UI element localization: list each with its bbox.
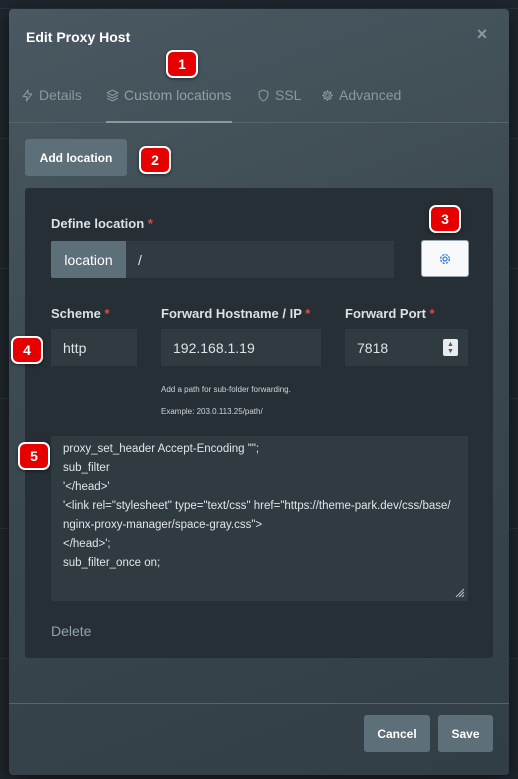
lightning-icon	[22, 89, 33, 102]
gear-icon	[439, 253, 451, 264]
tab-custom-locations-label: Custom locations	[124, 87, 232, 103]
cancel-button[interactable]: Cancel	[364, 715, 430, 752]
tab-details[interactable]: Details	[21, 87, 82, 123]
delete-location-link[interactable]: Delete	[51, 623, 91, 639]
annotation-badge-2: 2	[139, 146, 171, 174]
port-spinner-icon[interactable]: ▲ ▼	[443, 339, 458, 356]
modal-title: Edit Proxy Host	[26, 29, 131, 45]
add-location-button[interactable]: Add location	[25, 139, 127, 176]
config-line: nginx-proxy-manager/space-gray.css">	[63, 519, 263, 531]
location-addon: location	[51, 241, 126, 278]
config-line: '<link rel="stylesheet" type="text/css" …	[63, 500, 451, 512]
scheme-input[interactable]: http	[51, 329, 137, 366]
gear-icon	[322, 90, 333, 101]
location-path-input[interactable]: /	[126, 241, 394, 278]
annotation-badge-5: 5	[18, 442, 50, 470]
location-panel: Define location * location / 3 Scheme * …	[11, 188, 493, 658]
tab-ssl-label: SSL	[275, 87, 302, 103]
tab-advanced[interactable]: Advanced	[321, 87, 401, 123]
edit-proxy-host-modal: Edit Proxy Host × Details Custom locatio…	[9, 9, 509, 775]
config-line: sub_filter	[63, 462, 110, 474]
annotation-badge-1: 1	[166, 50, 198, 78]
annotation-badge-4: 4	[11, 336, 43, 364]
tab-ssl[interactable]: SSL	[257, 87, 301, 123]
annotation-badge-3: 3	[429, 205, 461, 233]
close-icon[interactable]: ×	[474, 25, 490, 43]
forward-hostname-label: Forward Hostname / IP *	[161, 306, 311, 321]
config-line: proxy_set_header Accept-Encoding "";	[63, 443, 260, 455]
define-location-label: Define location *	[51, 216, 153, 231]
tab-bar: Details Custom locations SSL Advanced	[9, 77, 509, 123]
hostname-help-example: Example: 203.0.113.25/path/	[161, 407, 263, 416]
location-settings-button[interactable]	[421, 240, 469, 277]
advanced-config-textarea[interactable]: proxy_set_header Accept-Encoding ""; sub…	[51, 436, 468, 601]
shield-icon	[258, 89, 269, 102]
config-line: '</head>'	[63, 481, 110, 493]
layers-icon	[106, 89, 119, 102]
footer-divider	[9, 703, 509, 704]
config-line: sub_filter_once on;	[63, 557, 161, 569]
forward-hostname-input[interactable]: 192.168.1.19	[161, 329, 321, 366]
forward-port-input[interactable]: 7818 ▲ ▼	[345, 329, 468, 366]
tab-advanced-label: Advanced	[339, 87, 402, 103]
resize-grip-icon[interactable]	[455, 588, 465, 598]
tab-custom-locations[interactable]: Custom locations	[106, 87, 232, 123]
scheme-label: Scheme *	[51, 306, 110, 321]
forward-port-value: 7818	[357, 339, 389, 356]
save-button[interactable]: Save	[438, 715, 493, 752]
forward-port-label: Forward Port *	[345, 306, 435, 321]
tab-details-label: Details	[39, 87, 82, 103]
hostname-help-text: Add a path for sub-folder forwarding.	[161, 385, 291, 394]
config-line: </head>';	[63, 538, 111, 550]
